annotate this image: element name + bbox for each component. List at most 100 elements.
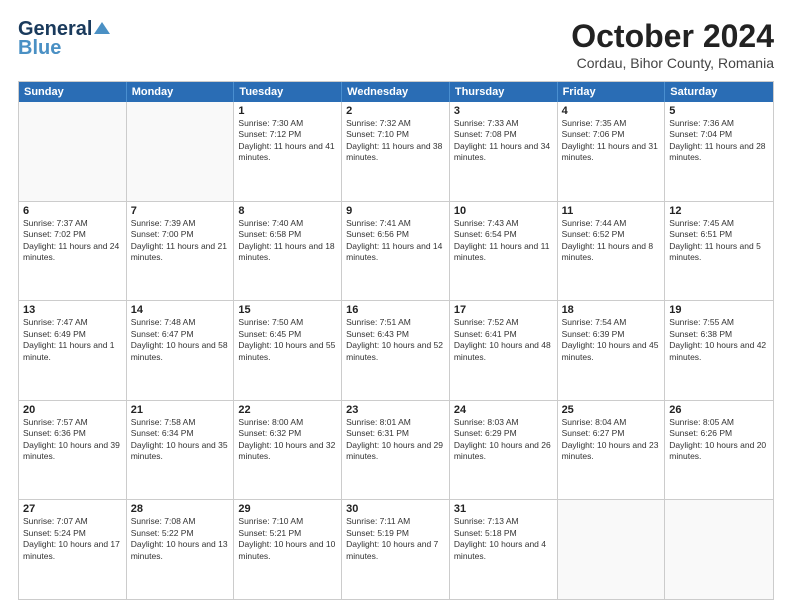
day-info: Sunrise: 7:10 AM Sunset: 5:21 PM Dayligh… (238, 516, 337, 562)
day-info: Sunrise: 8:03 AM Sunset: 6:29 PM Dayligh… (454, 417, 553, 463)
day-number: 16 (346, 304, 445, 316)
month-title: October 2024 (571, 18, 774, 55)
cal-cell-w4-d7: 26Sunrise: 8:05 AM Sunset: 6:26 PM Dayli… (665, 401, 773, 500)
cal-cell-w1-d7: 5Sunrise: 7:36 AM Sunset: 7:04 PM Daylig… (665, 102, 773, 201)
header-monday: Monday (127, 82, 235, 102)
day-number: 31 (454, 503, 553, 515)
day-info: Sunrise: 7:52 AM Sunset: 6:41 PM Dayligh… (454, 317, 553, 363)
cal-cell-w4-d2: 21Sunrise: 7:58 AM Sunset: 6:34 PM Dayli… (127, 401, 235, 500)
day-info: Sunrise: 7:54 AM Sunset: 6:39 PM Dayligh… (562, 317, 661, 363)
cal-week-4: 20Sunrise: 7:57 AM Sunset: 6:36 PM Dayli… (19, 401, 773, 501)
cal-cell-w5-d2: 28Sunrise: 7:08 AM Sunset: 5:22 PM Dayli… (127, 500, 235, 599)
day-number: 18 (562, 304, 661, 316)
cal-cell-w1-d1 (19, 102, 127, 201)
day-number: 4 (562, 105, 661, 117)
header-thursday: Thursday (450, 82, 558, 102)
cal-cell-w4-d4: 23Sunrise: 8:01 AM Sunset: 6:31 PM Dayli… (342, 401, 450, 500)
cal-cell-w4-d3: 22Sunrise: 8:00 AM Sunset: 6:32 PM Dayli… (234, 401, 342, 500)
day-info: Sunrise: 7:41 AM Sunset: 6:56 PM Dayligh… (346, 218, 445, 264)
day-number: 20 (23, 404, 122, 416)
day-info: Sunrise: 8:01 AM Sunset: 6:31 PM Dayligh… (346, 417, 445, 463)
cal-cell-w3-d4: 16Sunrise: 7:51 AM Sunset: 6:43 PM Dayli… (342, 301, 450, 400)
cal-cell-w1-d4: 2Sunrise: 7:32 AM Sunset: 7:10 PM Daylig… (342, 102, 450, 201)
day-number: 29 (238, 503, 337, 515)
day-number: 17 (454, 304, 553, 316)
page: General Blue October 2024 Cordau, Bihor … (0, 0, 792, 612)
header-tuesday: Tuesday (234, 82, 342, 102)
day-number: 3 (454, 105, 553, 117)
cal-cell-w3-d6: 18Sunrise: 7:54 AM Sunset: 6:39 PM Dayli… (558, 301, 666, 400)
day-number: 10 (454, 205, 553, 217)
header-wednesday: Wednesday (342, 82, 450, 102)
day-info: Sunrise: 7:45 AM Sunset: 6:51 PM Dayligh… (669, 218, 769, 264)
day-number: 15 (238, 304, 337, 316)
day-number: 14 (131, 304, 230, 316)
day-info: Sunrise: 7:40 AM Sunset: 6:58 PM Dayligh… (238, 218, 337, 264)
day-number: 13 (23, 304, 122, 316)
cal-cell-w2-d7: 12Sunrise: 7:45 AM Sunset: 6:51 PM Dayli… (665, 202, 773, 301)
day-info: Sunrise: 7:33 AM Sunset: 7:08 PM Dayligh… (454, 118, 553, 164)
day-info: Sunrise: 7:35 AM Sunset: 7:06 PM Dayligh… (562, 118, 661, 164)
day-number: 22 (238, 404, 337, 416)
day-info: Sunrise: 7:13 AM Sunset: 5:18 PM Dayligh… (454, 516, 553, 562)
day-info: Sunrise: 7:48 AM Sunset: 6:47 PM Dayligh… (131, 317, 230, 363)
header-saturday: Saturday (665, 82, 773, 102)
cal-cell-w3-d5: 17Sunrise: 7:52 AM Sunset: 6:41 PM Dayli… (450, 301, 558, 400)
cal-cell-w1-d6: 4Sunrise: 7:35 AM Sunset: 7:06 PM Daylig… (558, 102, 666, 201)
day-info: Sunrise: 7:08 AM Sunset: 5:22 PM Dayligh… (131, 516, 230, 562)
day-number: 26 (669, 404, 769, 416)
cal-cell-w2-d5: 10Sunrise: 7:43 AM Sunset: 6:54 PM Dayli… (450, 202, 558, 301)
day-info: Sunrise: 7:36 AM Sunset: 7:04 PM Dayligh… (669, 118, 769, 164)
cal-cell-w5-d1: 27Sunrise: 7:07 AM Sunset: 5:24 PM Dayli… (19, 500, 127, 599)
day-number: 5 (669, 105, 769, 117)
cal-week-2: 6Sunrise: 7:37 AM Sunset: 7:02 PM Daylig… (19, 202, 773, 302)
logo-triangle-icon (94, 20, 110, 36)
day-info: Sunrise: 7:43 AM Sunset: 6:54 PM Dayligh… (454, 218, 553, 264)
day-number: 2 (346, 105, 445, 117)
day-number: 6 (23, 205, 122, 217)
day-number: 21 (131, 404, 230, 416)
cal-cell-w5-d3: 29Sunrise: 7:10 AM Sunset: 5:21 PM Dayli… (234, 500, 342, 599)
cal-cell-w3-d7: 19Sunrise: 7:55 AM Sunset: 6:38 PM Dayli… (665, 301, 773, 400)
day-number: 11 (562, 205, 661, 217)
calendar: Sunday Monday Tuesday Wednesday Thursday… (18, 81, 774, 600)
cal-week-3: 13Sunrise: 7:47 AM Sunset: 6:49 PM Dayli… (19, 301, 773, 401)
day-info: Sunrise: 7:30 AM Sunset: 7:12 PM Dayligh… (238, 118, 337, 164)
cal-week-5: 27Sunrise: 7:07 AM Sunset: 5:24 PM Dayli… (19, 500, 773, 599)
day-info: Sunrise: 7:44 AM Sunset: 6:52 PM Dayligh… (562, 218, 661, 264)
header-sunday: Sunday (19, 82, 127, 102)
logo: General Blue (18, 18, 110, 60)
day-info: Sunrise: 8:00 AM Sunset: 6:32 PM Dayligh… (238, 417, 337, 463)
cal-cell-w5-d6 (558, 500, 666, 599)
day-info: Sunrise: 7:57 AM Sunset: 6:36 PM Dayligh… (23, 417, 122, 463)
day-info: Sunrise: 7:11 AM Sunset: 5:19 PM Dayligh… (346, 516, 445, 562)
cal-cell-w1-d3: 1Sunrise: 7:30 AM Sunset: 7:12 PM Daylig… (234, 102, 342, 201)
cal-cell-w2-d1: 6Sunrise: 7:37 AM Sunset: 7:02 PM Daylig… (19, 202, 127, 301)
header-friday: Friday (558, 82, 666, 102)
day-number: 27 (23, 503, 122, 515)
cal-week-1: 1Sunrise: 7:30 AM Sunset: 7:12 PM Daylig… (19, 102, 773, 202)
title-block: October 2024 Cordau, Bihor County, Roman… (571, 18, 774, 71)
day-number: 19 (669, 304, 769, 316)
day-number: 1 (238, 105, 337, 117)
day-number: 7 (131, 205, 230, 217)
day-info: Sunrise: 7:07 AM Sunset: 5:24 PM Dayligh… (23, 516, 122, 562)
cal-cell-w5-d5: 31Sunrise: 7:13 AM Sunset: 5:18 PM Dayli… (450, 500, 558, 599)
day-number: 25 (562, 404, 661, 416)
header: General Blue October 2024 Cordau, Bihor … (18, 18, 774, 71)
day-info: Sunrise: 7:32 AM Sunset: 7:10 PM Dayligh… (346, 118, 445, 164)
cal-cell-w1-d2 (127, 102, 235, 201)
day-info: Sunrise: 7:50 AM Sunset: 6:45 PM Dayligh… (238, 317, 337, 363)
cal-cell-w4-d6: 25Sunrise: 8:04 AM Sunset: 6:27 PM Dayli… (558, 401, 666, 500)
cal-cell-w4-d1: 20Sunrise: 7:57 AM Sunset: 6:36 PM Dayli… (19, 401, 127, 500)
cal-cell-w4-d5: 24Sunrise: 8:03 AM Sunset: 6:29 PM Dayli… (450, 401, 558, 500)
day-info: Sunrise: 7:37 AM Sunset: 7:02 PM Dayligh… (23, 218, 122, 264)
day-number: 8 (238, 205, 337, 217)
day-number: 30 (346, 503, 445, 515)
location-title: Cordau, Bihor County, Romania (571, 55, 774, 71)
cal-cell-w2-d6: 11Sunrise: 7:44 AM Sunset: 6:52 PM Dayli… (558, 202, 666, 301)
cal-cell-w1-d5: 3Sunrise: 7:33 AM Sunset: 7:08 PM Daylig… (450, 102, 558, 201)
day-info: Sunrise: 7:39 AM Sunset: 7:00 PM Dayligh… (131, 218, 230, 264)
day-number: 23 (346, 404, 445, 416)
day-number: 24 (454, 404, 553, 416)
